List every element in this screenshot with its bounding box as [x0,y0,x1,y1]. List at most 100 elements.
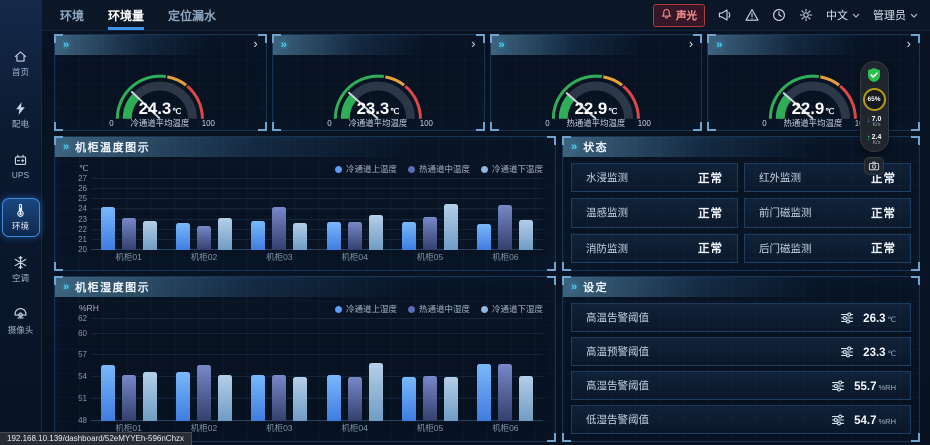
bar [402,222,416,250]
status-cell: 水浸监测正常 [571,163,738,192]
gauge-label: 冷通道平均温度 [348,118,407,128]
expand-arrow[interactable]: › [907,37,911,50]
legend-item[interactable]: 热通道中温度 [408,163,470,175]
panel-chevron-icon: » [63,40,69,51]
status-label: 消防监测 [586,241,628,256]
setting-label: 高湿告警阈值 [586,378,649,393]
sidebar-item-power[interactable]: 配电 [2,96,40,135]
chart-legend: 冷通道上湿度热通道中湿度冷通道下湿度 [335,303,543,315]
setting-row: 高温告警阈值26.3℃ [571,303,911,332]
sliders-icon[interactable] [840,311,854,325]
shield-check-icon[interactable] [866,67,882,83]
card-header: »› [55,35,266,55]
temperature-gauge: 23.3℃0冷通道平均温度100 [273,54,484,130]
gauge-min: 0 [545,119,550,128]
gauge-value: 24.3℃ [139,99,182,118]
clock-icon[interactable] [772,8,786,22]
legend-dot [335,306,342,313]
setting-value: 54.7 [854,415,876,427]
dashboard-app: 首页配电UPS环境空调摄像头 10:55 2025-04-18 192.168.… [0,0,930,445]
sidebar-item-label: 摄像头 [8,324,34,336]
setting-value: 55.7 [854,381,876,393]
legend-dot [335,166,342,173]
sidebar-item-home[interactable]: 首页 [2,44,40,83]
legend-item[interactable]: 冷通道下湿度 [481,303,543,315]
x-axis-label: 机柜06 [468,251,543,263]
settings-panel: » 设定 高温告警阈值26.3℃ 高温预警阈值23.3℃ 高湿告警阈值 55.7 %RH… [562,276,920,442]
setting-value: 26.3 [863,313,885,325]
gauge-card-2: »›23.3℃0冷通道平均温度100 [272,34,485,131]
panel-chevron-icon: » [499,40,505,51]
tab-environment-metrics[interactable]: 环境量 [108,0,144,30]
sidebar-item-camera[interactable]: 摄像头 [2,302,40,341]
language-dropdown[interactable]: 中文 [826,7,860,23]
bar-group: 机柜05 [392,319,467,421]
x-axis-label: 机柜03 [242,251,317,263]
chart-legend: 冷通道上温度热通道中温度冷通道下温度 [335,163,543,175]
legend-item[interactable]: 冷通道下温度 [481,163,543,175]
cabinet-humidity-panel: » 机柜湿度图示 %RH 冷通道上湿度热通道中湿度冷通道下湿度 48515457… [54,276,556,442]
gear-icon[interactable] [799,8,813,22]
legend-item[interactable]: 冷通道上湿度 [335,303,397,315]
panel-title: 机柜温度图示 [75,139,150,155]
gauge-label: 冷通道平均温度 [130,118,189,128]
bar-group: 机柜03 [242,319,317,421]
expand-arrow[interactable]: › [471,37,475,50]
speaker-horn-icon[interactable] [718,8,732,22]
download-rate: ↓ 7.0K/s [867,116,882,129]
temperature-chart: ℃ 冷通道上温度热通道中温度冷通道下温度 2021222324252627机柜0… [65,163,545,264]
sound-light-alarm-button[interactable]: 声光 [653,4,705,27]
panel-title: 状态 [583,139,608,155]
bar [143,221,157,250]
tab-environment[interactable]: 环境 [60,0,84,30]
sliders-icon[interactable] [831,413,845,427]
bar [423,376,437,421]
bar [272,207,286,250]
chart-plot: 2021222324252627机柜01机柜02机柜03机柜04机柜05机柜06 [91,179,543,250]
sliders-icon[interactable] [840,345,854,359]
setting-unit: %RH [878,417,896,426]
card-header: »› [273,35,484,55]
sidebar-item-ac[interactable]: 空调 [2,250,40,289]
sliders-icon[interactable] [831,379,845,393]
sidebar-item-env[interactable]: 环境 [2,198,40,237]
gauge-card-3: »›22.9℃0热通道平均温度100 [490,34,703,131]
screenshot-camera-icon[interactable] [864,157,884,175]
status-cell: 温感监测正常 [571,198,738,227]
gauge-row: »›24.3℃0冷通道平均温度100»›23.3℃0冷通道平均温度100»›22… [54,34,920,131]
bar [327,222,341,250]
bar [369,215,383,251]
expand-arrow[interactable]: › [253,37,257,50]
bar-group: 机柜02 [166,179,241,250]
status-cell: 后门磁监测正常 [744,234,911,263]
browser-link-preview: 192.168.10.139/dashboard/52eMYYEh-596nCh… [0,432,192,445]
setting-row: 高温预警阈值23.3℃ [571,337,911,366]
setting-row: 高湿告警阈值55.7%RH [571,371,911,400]
tab-bar: 环境 环境量 定位漏水 [60,0,216,30]
bar [348,377,362,421]
setting-row: 低湿告警阈值54.7%RH [571,405,911,434]
expand-arrow[interactable]: › [689,37,693,50]
gauge-label: 热通道平均温度 [566,118,625,128]
status-value: 正常 [871,205,896,221]
ups-icon [13,153,28,168]
bar [197,226,211,250]
status-value: 正常 [871,240,896,256]
panel-header: » 设定 [563,277,919,297]
x-axis-label: 机柜04 [317,422,392,434]
status-value: 正常 [698,205,723,221]
score-ring[interactable]: 65% [863,88,886,111]
gauge-value: 23.3℃ [356,99,399,118]
sidebar-item-ups[interactable]: UPS [2,148,40,185]
tab-leak-location[interactable]: 定位漏水 [168,0,216,30]
user-dropdown[interactable]: 管理员 [873,7,918,23]
legend-item[interactable]: 热通道中湿度 [408,303,470,315]
warning-triangle-icon[interactable] [745,8,759,22]
status-cell: 消防监测正常 [571,234,738,263]
panel-chevron-icon: » [571,142,577,153]
chart-plot: 485154576062机柜01机柜02机柜03机柜04机柜05机柜06 [91,319,543,421]
panel-chevron-icon: » [63,282,69,293]
legend-item[interactable]: 冷通道上温度 [335,163,397,175]
download-arrow-icon: ↓ [867,116,871,124]
sidebar-item-label: 配电 [12,118,29,130]
